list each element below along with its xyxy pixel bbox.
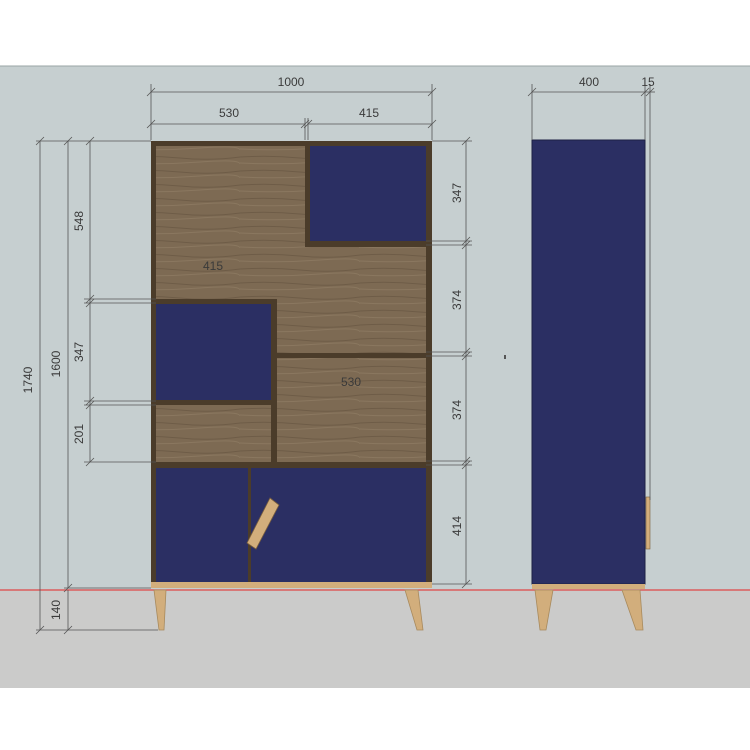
dim-inner-upper: 415 [203,259,223,273]
dim-side-depth: 400 [579,75,599,89]
top-right-navy-door [310,146,426,241]
dim-right-374-b: 374 [450,400,464,420]
cabinet-base [151,582,432,588]
right-middle-wood-panel [277,358,426,462]
dim-right-374-a: 374 [450,290,464,310]
dim-total-height: 1740 [21,366,35,393]
dim-347-left: 347 [72,342,86,362]
dim-overall-width: 1000 [278,75,305,89]
bottom-margin [0,688,750,750]
dim-left-width: 530 [219,106,239,120]
dim-548: 548 [72,211,86,231]
dim-leg-height: 140 [49,600,63,620]
dim-right-414: 414 [450,516,464,536]
left-small-wood-panel [156,405,271,462]
side-panel [531,139,646,585]
top-margin [0,0,750,66]
dim-side-offset: 15 [641,75,655,89]
dim-right-347: 347 [450,183,464,203]
bottom-left-navy-door [156,468,248,582]
bottom-right-navy-door [251,468,426,582]
dim-body-height: 1600 [49,350,63,377]
dim-right-width: 415 [359,106,379,120]
side-handle [645,496,651,550]
cabinet-elevation-drawing: 1000 530 415 415 530 1740 1600 140 548 3… [0,0,750,750]
drawing-canvas: 1000 530 415 415 530 1740 1600 140 548 3… [0,0,750,750]
mark-dot [504,355,506,359]
dim-201: 201 [72,424,86,444]
dim-inner-lower: 530 [341,375,361,389]
side-base [532,584,645,589]
front-cabinet [151,141,432,631]
right-upper-wood-panel [277,247,426,353]
left-navy-door [156,304,271,400]
